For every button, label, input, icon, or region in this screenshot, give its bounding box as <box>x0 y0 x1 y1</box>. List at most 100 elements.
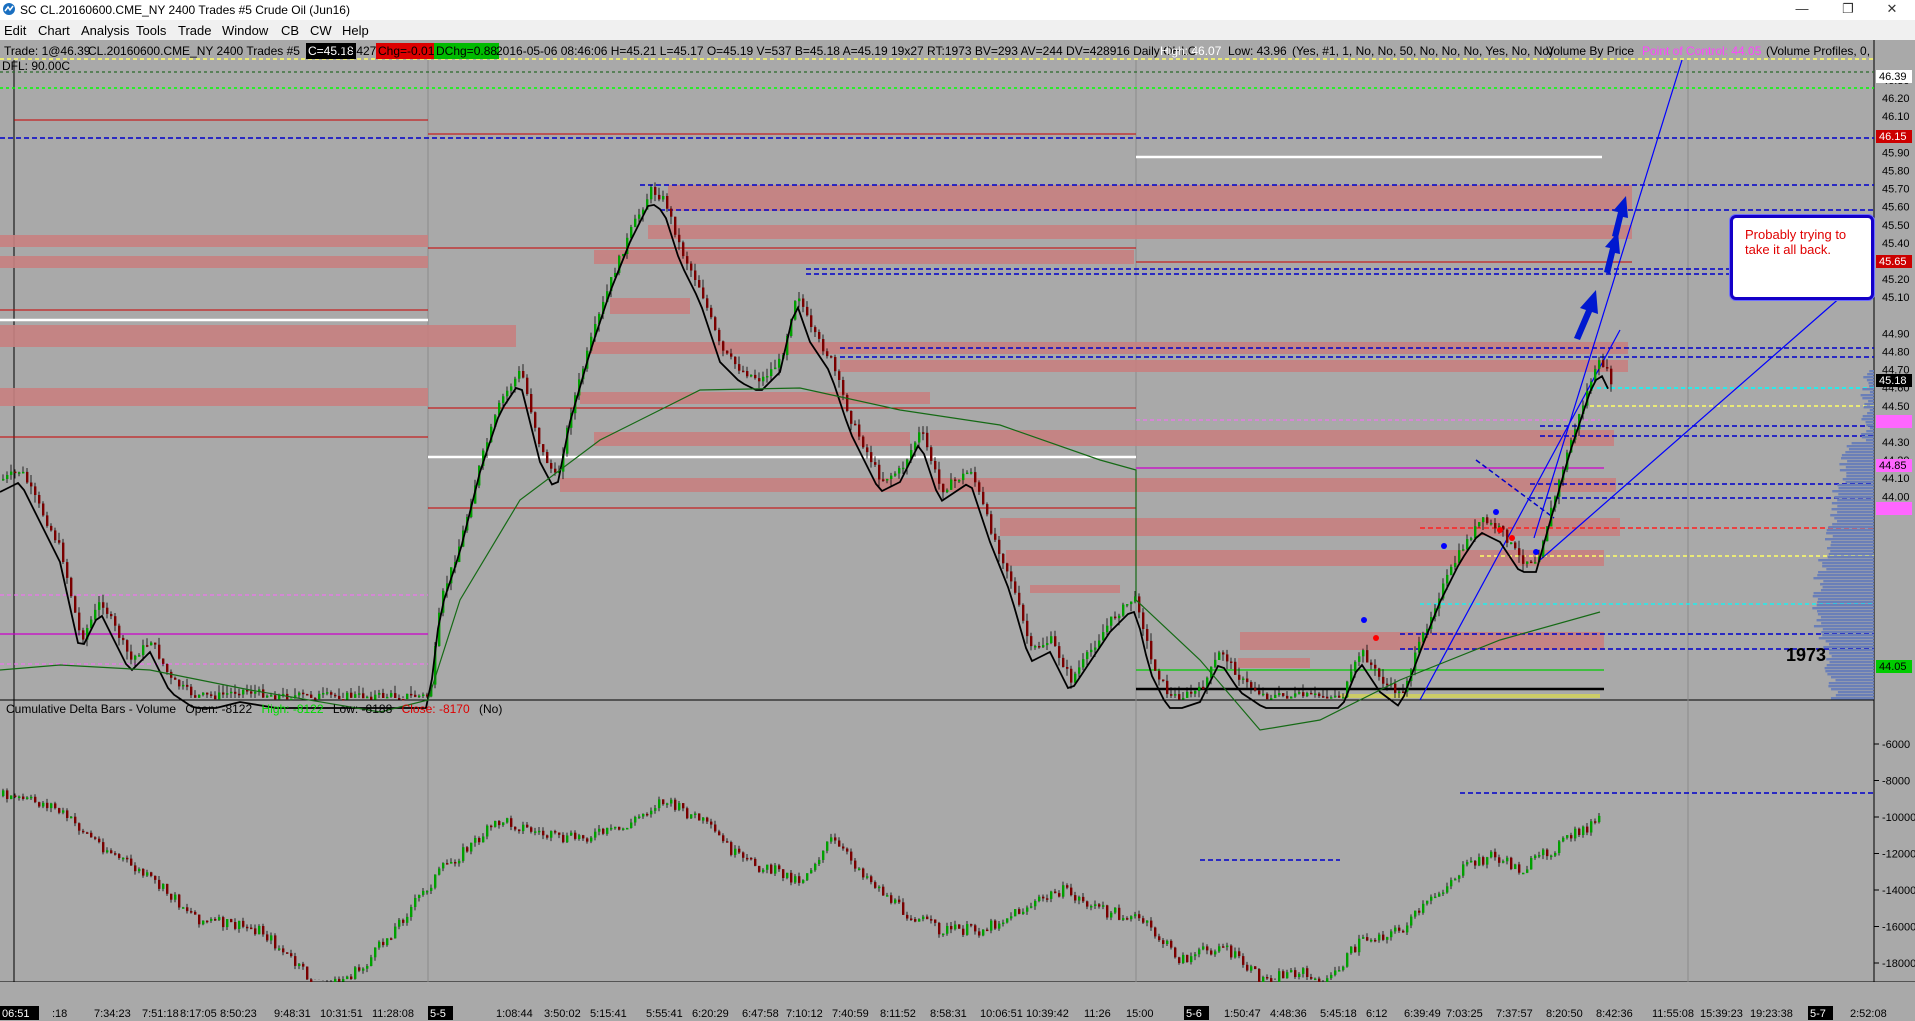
delta-candle-body <box>394 926 397 939</box>
delta-candle-body <box>782 869 785 878</box>
restore-button[interactable]: ❐ <box>1825 0 1871 20</box>
candle-body <box>778 358 781 368</box>
menu-tools[interactable]: Tools <box>136 23 166 38</box>
delta-candle-body <box>6 790 9 799</box>
candle-body <box>1378 668 1381 677</box>
profile-bar <box>1812 607 1874 610</box>
last-trade-label: 46.39 <box>1879 71 1907 83</box>
delta-candle-body <box>534 831 537 833</box>
delta-candle-body <box>706 817 709 822</box>
menu-edit[interactable]: Edit <box>4 23 26 38</box>
delta-candle-body <box>490 825 493 828</box>
profile-bar <box>1837 520 1874 523</box>
candle-body <box>1158 670 1161 680</box>
menu-cb[interactable]: CB <box>281 23 299 38</box>
menu-cw[interactable]: CW <box>310 23 332 38</box>
profile-bar <box>1835 694 1874 697</box>
candle-body <box>278 695 281 700</box>
profile-bar <box>1828 526 1874 529</box>
candle-body <box>1342 697 1345 699</box>
lower-study-close: Close: -8170 <box>401 702 470 716</box>
delta-candle-body <box>1382 934 1385 940</box>
candle-body <box>650 187 653 200</box>
delta-candle-body <box>750 857 753 860</box>
profile-bar <box>1816 619 1874 622</box>
menu-window[interactable]: Window <box>222 23 268 38</box>
minimize-button[interactable]: — <box>1779 0 1825 20</box>
menu-analysis[interactable]: Analysis <box>81 23 129 38</box>
lower-study-open: Open: -8122 <box>185 702 253 716</box>
delta-candle-body <box>1566 835 1569 838</box>
candle-body <box>38 495 41 504</box>
candle-body <box>522 371 525 378</box>
profile-bar <box>1846 475 1874 478</box>
candle-body <box>774 367 777 370</box>
price-tick-label: 45.50 <box>1882 220 1910 232</box>
chart-area[interactable]: 46.3046.2046.1046.0045.9045.8045.7045.60… <box>0 40 1915 1021</box>
delta-candle-body <box>130 858 133 866</box>
candle-body <box>78 612 81 631</box>
candle-body <box>970 472 973 474</box>
candle-body <box>250 691 253 694</box>
candle-body <box>958 480 961 482</box>
profile-bar <box>1845 451 1874 454</box>
delta-candle-body <box>1558 841 1561 853</box>
candle-body <box>938 469 941 484</box>
candle-body <box>1286 695 1289 699</box>
candle-body <box>226 693 229 695</box>
candle-body <box>550 463 553 469</box>
candle-body <box>154 642 157 645</box>
delta-candle-body <box>1102 905 1105 907</box>
delta-candle-body <box>446 863 449 865</box>
menu-help[interactable]: Help <box>342 23 369 38</box>
delta-candle-body <box>902 902 905 915</box>
candle-body <box>1310 692 1313 695</box>
delta-candle-body <box>870 876 873 883</box>
delta-candle-body <box>226 919 229 928</box>
annotation-box[interactable]: Probably trying to take it all back. <box>1730 215 1874 300</box>
candle-body <box>1166 680 1169 695</box>
menu-chart[interactable]: Chart <box>38 23 70 38</box>
delta-candle-body <box>770 864 773 874</box>
delta-candle-body <box>942 933 945 936</box>
candle-body <box>1254 687 1257 691</box>
delta-candle-body <box>962 928 965 935</box>
delta-candle-body <box>658 799 661 809</box>
delta-candle-body <box>926 916 929 920</box>
menu-trade[interactable]: Trade <box>178 23 211 38</box>
delta-candle-body <box>878 886 881 889</box>
candle-body <box>1006 563 1009 572</box>
candle-body <box>814 327 817 333</box>
profile-bar <box>1813 625 1874 628</box>
candle-body <box>390 693 393 697</box>
candle-body <box>1522 555 1525 564</box>
profile-bar <box>1830 697 1874 700</box>
delta-candle-body <box>1362 937 1365 939</box>
delta-candle-body <box>1098 904 1101 907</box>
candle-body <box>1534 562 1537 564</box>
time-tick-label: 10:39:42 <box>1026 1008 1069 1020</box>
candle-body <box>1302 692 1305 697</box>
candle-body <box>1074 673 1077 683</box>
menu-bar: Edit Chart Analysis Tools Trade Window C… <box>0 20 1915 40</box>
delta-candle-body <box>598 828 601 832</box>
delta-candle-body <box>810 870 813 874</box>
delta-candle-body <box>1086 901 1089 907</box>
close-button[interactable]: ✕ <box>1869 0 1915 20</box>
candle-body <box>846 394 849 411</box>
candle-body <box>1274 694 1277 699</box>
profile-bar <box>1867 373 1874 376</box>
magenta-level-tag-2 <box>1876 502 1912 515</box>
delta-candle-body <box>846 848 849 852</box>
delta-candle-body <box>542 830 545 836</box>
time-tick-label: 1:08:44 <box>496 1008 533 1020</box>
candle-body <box>862 436 865 448</box>
delta-candle-body <box>1062 885 1065 897</box>
delta-candle-body <box>1498 857 1501 863</box>
price-chart[interactable]: 46.3046.2046.1046.0045.9045.8045.7045.60… <box>0 40 1915 1021</box>
candle-body <box>1202 686 1205 690</box>
delta-candle-body <box>294 956 297 966</box>
delta-candle-body <box>74 816 77 824</box>
delta-candle-body <box>370 957 373 966</box>
candle-body <box>234 691 237 694</box>
